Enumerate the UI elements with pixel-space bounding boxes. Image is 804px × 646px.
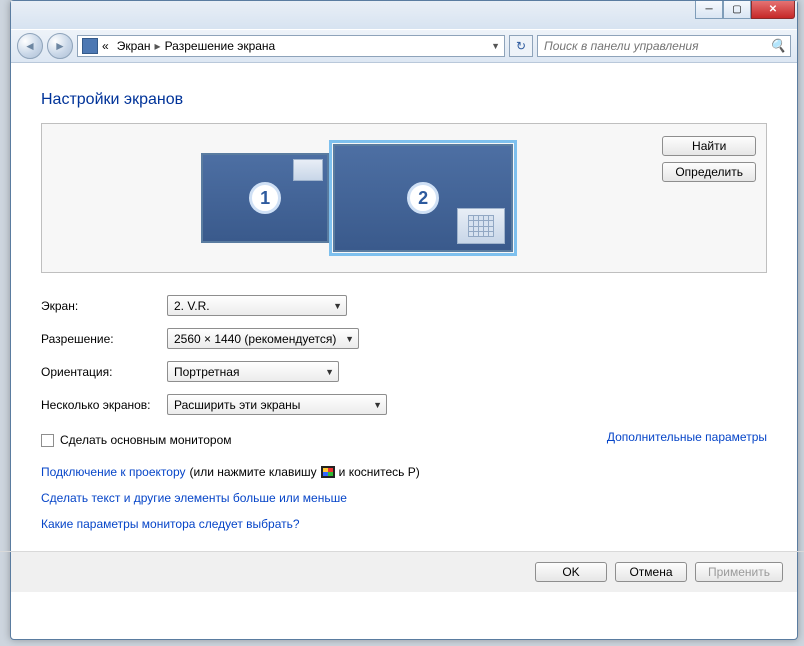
window-controls: ─ ▢ ✕ xyxy=(695,1,795,19)
monitor-1[interactable]: 1 xyxy=(201,153,329,243)
advanced-settings-link[interactable]: Дополнительные параметры xyxy=(607,430,767,444)
nav-back-button[interactable]: ◄ xyxy=(17,33,43,59)
preview-side-buttons: Найти Определить xyxy=(662,130,756,266)
text-size-link[interactable]: Сделать текст и другие элементы больше и… xyxy=(41,491,767,505)
dialog-buttons: OK Отмена Применить xyxy=(11,552,797,592)
monitor-2-number: 2 xyxy=(407,182,439,214)
projector-hint-1: (или нажмите клавишу xyxy=(190,465,317,479)
breadcrumb-item-resolution[interactable]: Разрешение экрана xyxy=(165,39,276,53)
maximize-button[interactable]: ▢ xyxy=(723,1,751,19)
content-area: Настройки экранов 1 2 Найти Определить xyxy=(11,63,797,531)
search-input[interactable] xyxy=(542,38,770,54)
page-title: Настройки экранов xyxy=(41,91,767,109)
chevron-down-icon: ▼ xyxy=(325,367,334,377)
label-display: Экран: xyxy=(41,299,167,313)
windows-key-icon xyxy=(321,466,335,478)
ok-button[interactable]: OK xyxy=(535,562,607,582)
monitor-1-decoration xyxy=(293,159,323,181)
display-select[interactable]: 2. V.R. ▼ xyxy=(167,295,347,316)
make-primary-label: Сделать основным монитором xyxy=(60,433,232,447)
display-select-value: 2. V.R. xyxy=(174,299,210,313)
monitor-2-decoration xyxy=(457,208,505,244)
display-settings-window: ─ ▢ ✕ ◄ ► « Экран ▸ Разрешение экрана ▼ … xyxy=(10,0,798,640)
refresh-button[interactable]: ↻ xyxy=(509,35,533,57)
label-orientation: Ориентация: xyxy=(41,365,167,379)
nav-strip: ◄ ► « Экран ▸ Разрешение экрана ▼ ↻ 🔍 xyxy=(11,29,797,63)
which-settings-link[interactable]: Какие параметры монитора следует выбрать… xyxy=(41,517,767,531)
search-box[interactable]: 🔍 xyxy=(537,35,791,57)
minimize-button[interactable]: ─ xyxy=(695,1,723,19)
connect-projector-link[interactable]: Подключение к проектору xyxy=(41,465,186,479)
cancel-button[interactable]: Отмена xyxy=(615,562,687,582)
orientation-select-value: Портретная xyxy=(174,365,239,379)
breadcrumb-item-screen[interactable]: Экран xyxy=(117,39,151,53)
make-primary-checkbox[interactable] xyxy=(41,434,54,447)
breadcrumb-dropdown-icon[interactable]: ▼ xyxy=(491,41,500,51)
close-button[interactable]: ✕ xyxy=(751,1,795,19)
apply-button[interactable]: Применить xyxy=(695,562,783,582)
resolution-select[interactable]: 2560 × 1440 (рекомендуется) ▼ xyxy=(167,328,359,349)
breadcrumb[interactable]: « Экран ▸ Разрешение экрана ▼ xyxy=(77,35,505,57)
monitor-1-number: 1 xyxy=(249,182,281,214)
orientation-select[interactable]: Портретная ▼ xyxy=(167,361,339,382)
monitor-preview-panel: 1 2 Найти Определить xyxy=(41,123,767,273)
help-links: Подключение к проектору (или нажмите кла… xyxy=(41,465,767,531)
chevron-down-icon: ▼ xyxy=(345,334,354,344)
multiple-displays-value: Расширить эти экраны xyxy=(174,398,300,412)
find-button[interactable]: Найти xyxy=(662,136,756,156)
label-multiple-displays: Несколько экранов: xyxy=(41,398,167,412)
nav-forward-button[interactable]: ► xyxy=(47,33,73,59)
monitor-2-selected[interactable]: 2 xyxy=(333,144,513,252)
multiple-displays-select[interactable]: Расширить эти экраны ▼ xyxy=(167,394,387,415)
identify-button[interactable]: Определить xyxy=(662,162,756,182)
chevron-down-icon: ▼ xyxy=(333,301,342,311)
monitor-layout[interactable]: 1 2 xyxy=(52,130,662,266)
breadcrumb-chevrons: « xyxy=(102,39,109,53)
titlebar: ─ ▢ ✕ xyxy=(11,1,797,29)
control-panel-icon xyxy=(82,38,98,54)
chevron-right-icon: ▸ xyxy=(155,39,161,53)
label-resolution: Разрешение: xyxy=(41,332,167,346)
settings-form: Экран: 2. V.R. ▼ Разрешение: 2560 × 1440… xyxy=(41,295,767,531)
search-icon[interactable]: 🔍 xyxy=(770,38,786,54)
chevron-down-icon: ▼ xyxy=(373,400,382,410)
resolution-select-value: 2560 × 1440 (рекомендуется) xyxy=(174,332,336,346)
make-primary-checkbox-row[interactable]: Сделать основным монитором xyxy=(41,433,232,447)
projector-hint-2: и коснитесь P) xyxy=(339,465,420,479)
